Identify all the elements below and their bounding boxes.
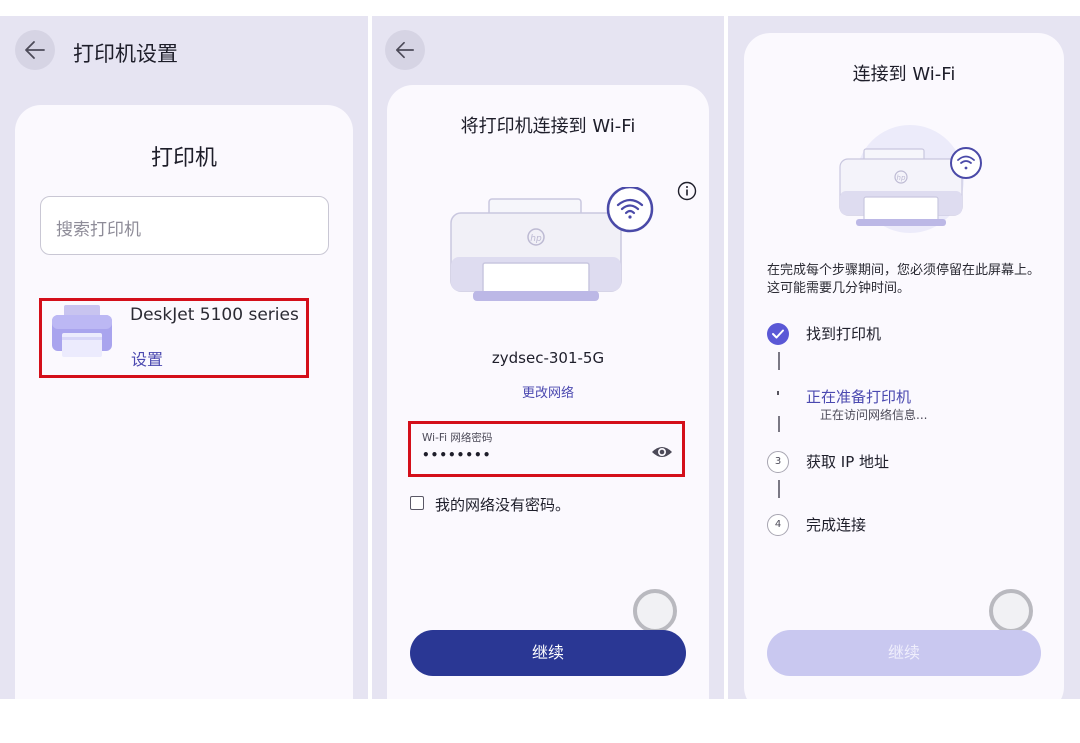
printer-illustration: hp — [450, 187, 654, 301]
change-network-link[interactable]: 更改网络 — [387, 382, 709, 401]
search-input[interactable]: 搜索打印机 — [40, 196, 329, 255]
card-title: 将打印机连接到 Wi-Fi — [460, 116, 636, 137]
step-label: 正在准备打印机 — [806, 388, 912, 406]
step-number-badge: 4 — [767, 514, 789, 536]
info-icon[interactable] — [677, 181, 697, 205]
printers-card: 打印机 搜索打印机 DeskJet 5100 series 设置 — [15, 105, 353, 699]
touch-indicator — [989, 589, 1033, 633]
touch-indicator — [633, 589, 677, 633]
step-number-badge: 3 — [767, 451, 789, 473]
back-button[interactable] — [15, 30, 55, 70]
card-title: 连接到 Wi-Fi — [852, 64, 956, 85]
step-sublabel: 正在访问网络信息... — [820, 408, 928, 422]
connecting-screen: 连接到 Wi-Fi hp 在完成每个步骤期间，您必须停留在此屏幕上。这可能需要几… — [728, 16, 1080, 699]
page-title: 打印机设置 — [73, 42, 178, 66]
highlight-box — [39, 298, 309, 378]
no-password-label: 我的网络没有密码。 — [435, 496, 571, 514]
connect-wifi-screen: 将打印机连接到 Wi-Fi hp zydsec-301-5G 更改网络 Wi-F… — [372, 16, 724, 699]
arrow-left-icon — [25, 41, 45, 59]
step-label: 完成连接 — [806, 516, 867, 534]
step-connector — [778, 352, 780, 370]
arrow-left-icon — [396, 41, 414, 59]
back-button[interactable] — [385, 30, 425, 70]
card-title: 打印机 — [150, 146, 217, 171]
no-password-checkbox[interactable] — [410, 496, 424, 510]
printer-settings-screen: 打印机设置 打印机 搜索打印机 DeskJet 5100 series 设置 — [0, 16, 368, 699]
continue-button[interactable]: 继续 — [410, 630, 686, 676]
wifi-ssid: zydsec-301-5G — [491, 349, 605, 367]
continue-button-disabled[interactable]: 继续 — [767, 630, 1041, 676]
highlight-box — [408, 421, 685, 477]
svg-text:hp: hp — [897, 174, 906, 182]
screenshot-stage: 打印机设置 打印机 搜索打印机 DeskJet 5100 series 设置 将… — [0, 0, 1080, 743]
step-label: 获取 IP 地址 — [806, 453, 890, 471]
step-connector — [778, 480, 780, 498]
instruction-note: 在完成每个步骤期间，您必须停留在此屏幕上。这可能需要几分钟时间。 — [767, 263, 1041, 296]
spinner-icon — [773, 384, 783, 395]
printer-illustration: hp — [839, 125, 982, 233]
check-icon — [767, 323, 789, 345]
step-connector — [778, 416, 780, 432]
svg-text:hp: hp — [530, 234, 542, 244]
step-label: 找到打印机 — [806, 325, 882, 343]
